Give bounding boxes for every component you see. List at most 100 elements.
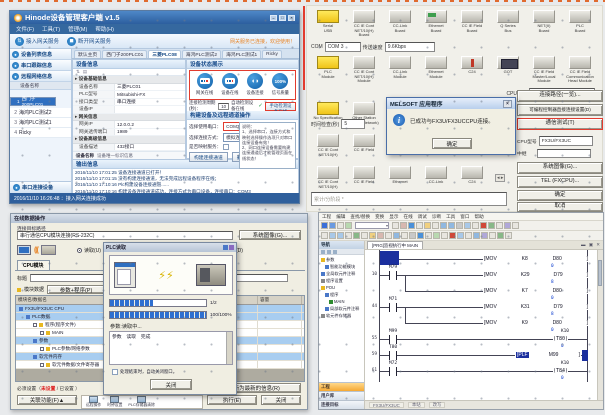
menu-item[interactable]: 诊断 [432, 214, 441, 220]
ok-button[interactable]: 确定 [517, 190, 603, 201]
baud-rate-value[interactable]: 9.6Kbps [385, 42, 435, 52]
menu-item[interactable]: 窗口 [460, 214, 469, 220]
module-icon-item[interactable]: Q SeriesBus [491, 10, 525, 38]
param-program-button[interactable]: 参数+程序(P) [47, 285, 105, 294]
device-tab[interactable]: 西门子200PLC01 [102, 50, 147, 58]
module-icon-item[interactable]: CC-LinkBoard [383, 10, 417, 38]
toolbar-button[interactable] [425, 232, 432, 239]
navbar-用户库[interactable]: 用户库 [319, 391, 364, 400]
menu-item[interactable]: 查找/替换 [350, 214, 370, 220]
menu-item[interactable]: 显示 [389, 214, 398, 220]
direct-connection-button[interactable]: 可编程控制器直接连接设置(D) [517, 104, 603, 116]
menu-item[interactable]: 文件(F) [16, 25, 34, 33]
toolbar-button[interactable] [417, 232, 424, 239]
menu-item[interactable]: 编辑 [336, 214, 345, 220]
toolbar-button[interactable] [337, 232, 344, 239]
tool-远程操作[interactable]: 远程操作 [86, 396, 101, 408]
connect-gateway-button[interactable]: ⇅ 接入网关服务 [14, 36, 60, 47]
connection-route-button[interactable]: 连接路径(一览)... [517, 90, 603, 102]
toolbar-button[interactable] [345, 232, 352, 239]
toolbar-button[interactable] [392, 222, 399, 229]
system-image-button[interactable]: 系统图像(G)... [517, 162, 603, 174]
toolbar-button[interactable] [465, 232, 472, 239]
auto-detect-check-icon[interactable]: ✓ [258, 103, 263, 109]
property-value[interactable]: 串口连接 [115, 99, 185, 106]
ladder-canvas[interactable]: [MOVK8D80]010M79[MOVK29D79]8[MOVK7D80]04… [365, 250, 603, 400]
toolbar-button[interactable] [377, 232, 384, 239]
device-row[interactable]: 2海鸿PLC测试2 [10, 108, 71, 118]
tab-main-program[interactable]: [PRG]监视执行中 MAIN [367, 241, 423, 249]
menu-item[interactable]: 工具(T) [42, 25, 60, 33]
menu-item[interactable]: 调试 [418, 214, 427, 220]
device-row[interactable]: 1西门子200PLC01 [10, 97, 56, 106]
tree-item[interactable]: 局部软元件注释 [319, 305, 364, 312]
tool-PLC存储器清除[interactable]: PLC存储器清除 [128, 396, 154, 408]
contact-symbol[interactable] [389, 303, 397, 312]
property-value[interactable]: 1989 [115, 129, 185, 136]
toolbar-button[interactable] [409, 232, 416, 239]
contact-symbol[interactable] [389, 335, 397, 344]
toolbar-button[interactable] [321, 232, 328, 239]
toolbar-button[interactable] [400, 222, 407, 229]
menu-item[interactable]: 工具 [446, 214, 455, 220]
module-icon-item[interactable]: NET(II)Board [527, 10, 561, 38]
property-value[interactable] [115, 106, 185, 113]
device-tab[interactable]: 海鸿PLC测试2 [182, 50, 221, 58]
menu-item[interactable]: 变换 [375, 214, 384, 220]
module-icon-item[interactable]: Ethernet [383, 166, 417, 189]
time-check-value[interactable]: 5 [341, 119, 365, 129]
plc-read-titlebar[interactable]: PLC读取 [104, 243, 236, 252]
scrollbar-thumb[interactable] [598, 260, 602, 286]
toolbar-button[interactable] [393, 232, 400, 239]
module-icon-item[interactable]: PLCModule [311, 56, 345, 84]
hinode-titlebar[interactable]: Hinode设备管理客户端 v1.5 – □ × [10, 11, 299, 24]
property-group[interactable]: ▸ 网关信息 [73, 114, 185, 122]
zoom-combo[interactable]: ▾ [355, 222, 389, 229]
device-tab[interactable]: Ricky [262, 50, 282, 58]
period-input[interactable]: 10 [218, 103, 229, 110]
toolbar-button[interactable] [456, 222, 463, 229]
toolbar-button[interactable] [361, 232, 368, 239]
progress-close-button[interactable]: 关闭 [150, 379, 192, 390]
route-pager[interactable]: ◂ ▸ [495, 174, 505, 182]
module-icon-item[interactable]: EthernetBoard [419, 10, 453, 38]
close-icon[interactable]: × [503, 100, 512, 108]
toolbar-button[interactable] [433, 232, 440, 239]
tab-cpu-module[interactable]: CPU模块 [17, 260, 50, 270]
module-icon-item[interactable]: CC IE ContNET/10(H)Board [347, 10, 381, 38]
tree-item[interactable]: 程序设置 [319, 277, 364, 284]
column-header[interactable]: 容量 [258, 296, 302, 304]
toolbar-button[interactable] [496, 222, 503, 229]
tree-item[interactable]: MAIN [319, 298, 364, 305]
tree-item[interactable]: 智能功能模块 [319, 263, 364, 270]
toolbar-button[interactable] [480, 222, 487, 229]
property-group[interactable]: ▸ 设备高级信息 [73, 136, 185, 144]
module-icon-item[interactable]: EthernetModule [419, 56, 453, 84]
module-icon-item[interactable]: CC-LinkModule [383, 56, 417, 84]
autoclose-checkbox[interactable] [112, 369, 118, 375]
module-icon-item[interactable]: CC IE Field [347, 134, 381, 157]
module-icon-item[interactable]: CC IE Field [347, 166, 381, 189]
build-channel-button[interactable]: 构建连接通道 [189, 152, 228, 162]
property-value[interactable]: Mitsubishi-FX [115, 91, 185, 98]
toolbar-button[interactable] [497, 232, 504, 239]
melsoft-ok-button[interactable]: 确定 [432, 138, 472, 149]
module-icon-item[interactable]: GOT [491, 56, 525, 84]
toolbar-button[interactable] [441, 232, 448, 239]
toolbar-button[interactable] [345, 222, 352, 229]
toolbar-button[interactable] [385, 232, 392, 239]
device-tab[interactable]: 三菱PLC08 [148, 50, 181, 58]
maximize-icon[interactable]: □ [279, 15, 286, 21]
toolbar-button[interactable] [457, 232, 464, 239]
menu-item[interactable]: 工程 [322, 214, 331, 220]
melsoft-titlebar[interactable]: MELSOFT 应用程序 × [387, 98, 515, 109]
toolbar-button[interactable] [432, 222, 439, 229]
propgrid-toolbar[interactable]: ⇅▤ [73, 69, 185, 76]
minimize-icon[interactable]: – [270, 15, 277, 21]
menu-item[interactable]: 管理(M) [68, 25, 87, 33]
toolbar-button[interactable] [440, 222, 447, 229]
navbar-连接目标[interactable]: 连接目标 [319, 400, 364, 409]
toolbar-button[interactable] [369, 232, 376, 239]
vertical-scrollbar[interactable] [597, 250, 603, 400]
com-port-value[interactable]: COM 3 [325, 42, 361, 52]
